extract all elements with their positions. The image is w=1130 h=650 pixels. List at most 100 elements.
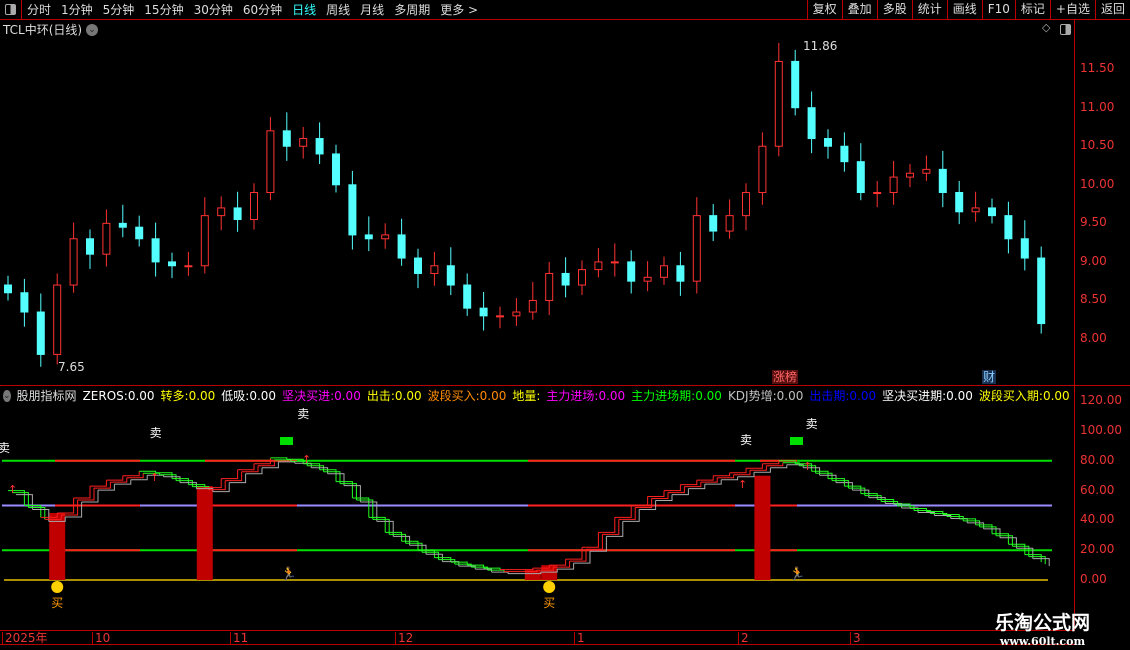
candle-body [86,238,94,255]
oscillator-line [651,492,669,500]
oscillator-line [963,520,981,527]
candle-body [266,130,275,194]
candle-body [1004,215,1013,240]
candle-body [955,192,964,213]
oscillator-line [270,457,288,460]
indicator-value: 主力进场:0.00 [546,387,625,404]
indicator-label: 低吸: [221,389,250,403]
candle-body [774,60,783,147]
oscillator-line [832,480,849,489]
up-arrow-icon: ↑ [803,460,812,473]
high-price-label: 11.86 [803,39,837,53]
indicator-label: 主力进场期: [631,389,696,403]
oscillator-line [491,571,509,574]
indicator-value: ZEROS:0.00 [83,389,155,403]
osc-tick: 100.00 [1080,423,1122,437]
oscillator-line [549,559,567,566]
date-label: 12 [395,632,413,645]
candle-body [545,272,554,301]
low-price-label: 7.65 [58,360,85,374]
oscillator-line [582,532,599,548]
candle-body [578,269,586,286]
date-label: 2025年 [2,632,48,645]
up-arrow-icon: ↑ [738,478,747,491]
candle-body [906,172,914,178]
oscillator-line [647,490,665,498]
candle-body [676,265,685,282]
up-arrow-icon: ↑ [8,483,17,496]
toolbar-button[interactable]: 返回 [1094,0,1130,20]
candle-body [217,207,226,217]
indicator-label: ZEROS: [82,388,128,403]
candle-body [873,192,882,195]
peak-marker [280,437,293,445]
candle-body [528,299,537,313]
chevron-down-icon[interactable]: ⌄ [3,389,11,402]
candle-body [479,307,488,317]
indicator-number: 0.00 [394,389,422,403]
indicator-number: 0.00 [849,389,877,403]
candle-body [102,222,111,255]
candle-body [381,234,390,240]
oscillator-line [487,569,505,572]
candle-body [692,215,701,282]
candle-body [709,215,718,232]
indicator-label: 坚决买进: [282,389,335,403]
oscillator-line [73,486,91,499]
runner-icon: 🏃 [281,566,297,582]
oscillator-line [786,464,804,468]
indicator-value: 主力进场期:0.00 [631,387,722,404]
indicator-value: 地量: [512,387,540,404]
indicator-header: ⌄ 股朋指标网 ZEROS:0.00 转多:0.00 低吸:0.00 坚决买进:0.0… [3,387,1073,404]
osc-tick: 20.00 [1080,542,1115,557]
oscillator-line [766,462,784,467]
indicator-label: 出击期: [809,389,850,403]
candle-body [610,261,619,264]
oscillator-line [696,475,714,481]
oscillator-line [241,465,259,473]
oscillator-line [422,551,439,560]
candle-body [53,284,62,355]
candle-body [446,265,455,286]
oscillator-line [934,514,952,519]
oscillator-line [778,460,796,464]
indicator-label: 转多: [160,389,189,403]
candle-body [938,168,947,194]
indicator-number: 0.00 [598,389,626,403]
candle-body [643,276,652,282]
oscillator-line [225,471,243,482]
oscillator-line [668,486,685,494]
runner-icon: 🏃 [789,566,805,582]
indicator-label: 波段买入期: [978,389,1043,403]
price-tick: 10.00 [1080,176,1115,191]
oscillator-line [680,480,698,486]
oscillator-line [713,472,731,477]
chart-canvas[interactable]: 11.867.65涨榜 财买 买卖卖卖卖卖🏃 🏃↑↑↑↑↑ [0,0,1075,630]
indicator-number: 0.00 [334,389,361,403]
date-label: 10 [92,632,110,645]
oscillator-line [458,565,476,570]
smiley-icon [543,581,556,593]
indicator-name[interactable]: 股朋指标网 [17,387,77,404]
oscillator-line [90,480,107,487]
indicator-value: 波段买入期:0.00 [979,387,1070,404]
candle-body [20,292,29,313]
candle-body [299,138,308,147]
candle-body [69,238,78,286]
watermark: 乐淘公式网 www.60lt.com [995,612,1091,648]
indicator-number: 0.00 [188,389,216,403]
indicator-value: 坚决买进:0.00 [282,387,361,404]
candle-body [791,60,800,109]
candle-body [627,261,636,282]
oscillator-line [454,563,472,568]
date-label: 2 [738,632,749,645]
indicator-value: 低吸:0.00 [221,387,276,404]
indicator-label: 地量: [512,389,541,403]
indicator-value: KDJ势增:0.00 [728,387,803,404]
oscillator-line [106,475,124,481]
oscillator-line [471,566,489,571]
signal-bar [754,475,771,580]
oscillator-line [307,465,325,472]
indicator-value: 坚决买进期:0.00 [882,387,973,404]
sell-signal: 卖 [150,426,162,440]
